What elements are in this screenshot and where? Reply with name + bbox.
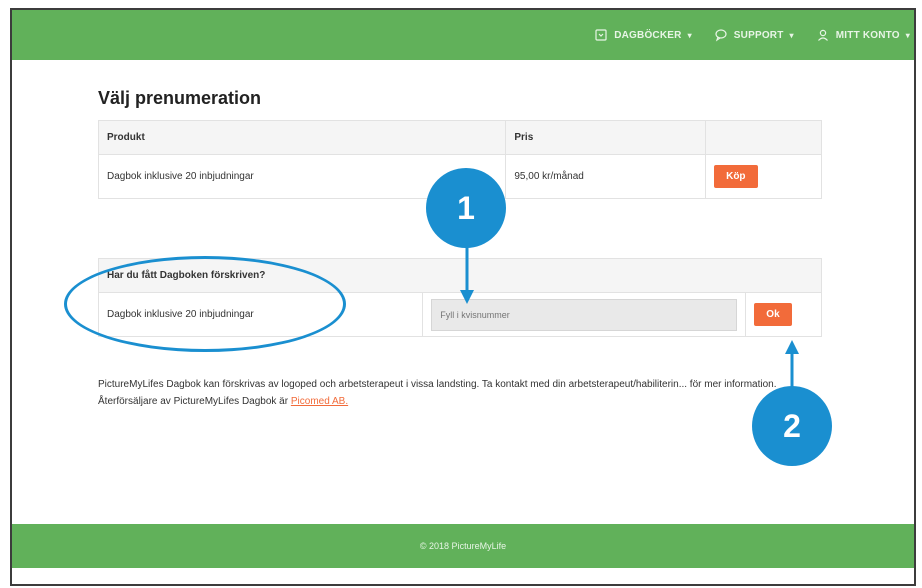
- info-text: PictureMyLifes Dagbok kan förskrivas av …: [98, 376, 834, 410]
- header-produkt: Produkt: [97, 120, 507, 155]
- nav-label-mitt-konto: MITT KONTO: [835, 29, 900, 41]
- header-pris: Pris: [505, 120, 707, 155]
- main-nav: DAGBÖCKER ▾ SUPPORT ▾ MITT KONTO ▾: [594, 10, 910, 60]
- buy-button[interactable]: Köp: [714, 165, 758, 188]
- book-icon: [595, 29, 607, 41]
- chevron-down-icon: ▾: [687, 30, 692, 40]
- product-price: 95,00 kr/månad: [505, 154, 707, 199]
- nav-label-support: SUPPORT: [733, 29, 784, 41]
- ok-button[interactable]: Ok: [754, 303, 792, 326]
- buy-cell: Köp: [705, 154, 822, 199]
- footer: © 2018 PictureMyLife: [12, 524, 914, 568]
- highlight-ellipse: [64, 256, 346, 352]
- prescription-number-input[interactable]: [431, 298, 738, 331]
- arrow-down-icon: [460, 246, 474, 304]
- ok-cell: Ok: [745, 292, 822, 337]
- nav-item-mitt-konto[interactable]: MITT KONTO ▾: [816, 28, 910, 42]
- info-body: PictureMyLifes Dagbok kan förskrivas av …: [98, 379, 777, 407]
- nav-item-dagbocker[interactable]: DAGBÖCKER ▾: [594, 28, 692, 42]
- chevron-down-icon: ▾: [905, 30, 910, 40]
- chevron-down-icon: ▾: [789, 30, 794, 40]
- step-badge-2: 2: [752, 386, 832, 466]
- page-title: Välj prenumeration: [98, 88, 262, 108]
- nav-label-dagbocker: DAGBÖCKER: [614, 29, 682, 41]
- top-navbar: DAGBÖCKER ▾ SUPPORT ▾ MITT KONTO ▾: [12, 10, 914, 60]
- step-badge-1: 1: [426, 168, 506, 248]
- arrow-up-icon: [785, 340, 799, 390]
- browser-frame: DAGBÖCKER ▾ SUPPORT ▾ MITT KONTO ▾ Välj …: [10, 8, 916, 586]
- chat-bubble-icon: [715, 29, 727, 42]
- table-header-row: Produkt Pris: [97, 120, 822, 155]
- nav-item-support[interactable]: SUPPORT ▾: [714, 28, 794, 42]
- footer-copyright: © 2018 PictureMyLife: [419, 541, 507, 551]
- header-action: [705, 120, 822, 155]
- picomed-link[interactable]: Picomed AB.: [291, 396, 348, 407]
- user-icon: [817, 29, 828, 41]
